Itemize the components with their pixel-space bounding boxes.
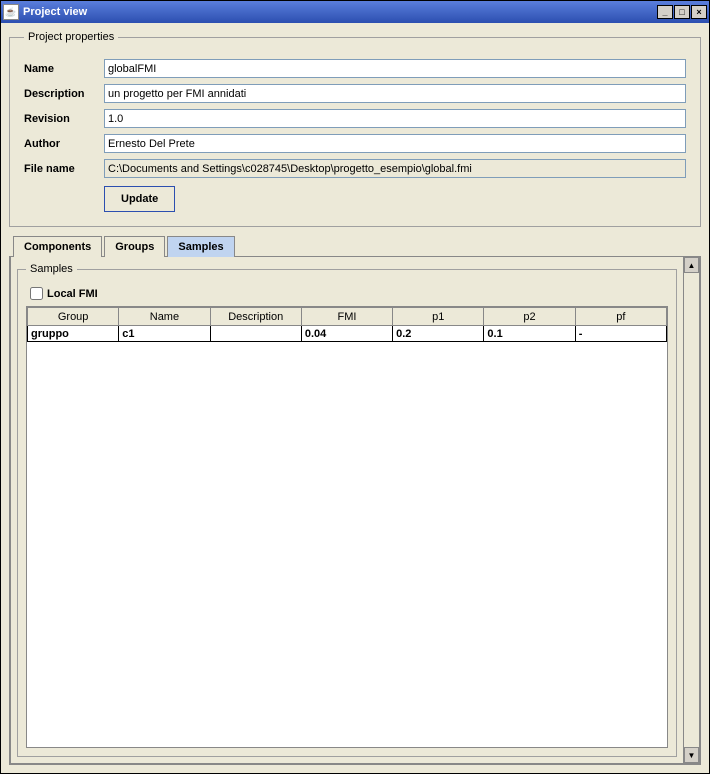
name-label: Name <box>24 63 104 75</box>
table-header-row: Group Name Description FMI p1 p2 pf <box>28 308 667 326</box>
col-description[interactable]: Description <box>210 308 301 326</box>
name-input[interactable] <box>104 59 686 78</box>
cell-p1[interactable]: 0.2 <box>393 326 484 342</box>
cell-description[interactable] <box>210 326 301 342</box>
tab-samples[interactable]: Samples <box>167 236 234 257</box>
samples-panel: Samples Local FMI Group Name <box>11 257 683 763</box>
table-empty-area <box>27 342 667 747</box>
window-title: Project view <box>23 6 87 18</box>
tab-components[interactable]: Components <box>13 236 102 257</box>
java-app-icon: ☕ <box>3 4 19 20</box>
content-area: Project properties Name Description Revi… <box>1 23 709 773</box>
minimize-button[interactable]: _ <box>657 5 673 19</box>
col-p2[interactable]: p2 <box>484 308 575 326</box>
scroll-track[interactable] <box>684 273 699 747</box>
filename-label: File name <box>24 163 104 175</box>
table-row[interactable]: gruppo c1 0.04 0.2 0.1 - <box>28 326 667 342</box>
revision-row: Revision <box>24 109 686 128</box>
cell-pf[interactable]: - <box>575 326 666 342</box>
author-input[interactable] <box>104 134 686 153</box>
tab-area: Components Groups Samples Samples Local … <box>9 235 701 765</box>
cell-p2[interactable]: 0.1 <box>484 326 575 342</box>
col-pf[interactable]: pf <box>575 308 666 326</box>
revision-label: Revision <box>24 113 104 125</box>
description-input[interactable] <box>104 84 686 103</box>
scroll-down-arrow-icon[interactable]: ▼ <box>684 747 699 763</box>
project-properties-legend: Project properties <box>24 31 118 43</box>
local-fmi-checkbox[interactable] <box>30 287 43 300</box>
vertical-scrollbar[interactable]: ▲ ▼ <box>683 257 699 763</box>
scroll-up-arrow-icon[interactable]: ▲ <box>684 257 699 273</box>
close-button[interactable]: × <box>691 5 707 19</box>
name-row: Name <box>24 59 686 78</box>
cell-name[interactable]: c1 <box>119 326 210 342</box>
local-fmi-label: Local FMI <box>47 288 98 300</box>
samples-group: Samples Local FMI Group Name <box>17 263 677 757</box>
tab-body: Samples Local FMI Group Name <box>9 256 701 765</box>
filename-input <box>104 159 686 178</box>
tab-groups[interactable]: Groups <box>104 236 165 257</box>
samples-legend: Samples <box>26 263 77 275</box>
project-properties-group: Project properties Name Description Revi… <box>9 31 701 227</box>
author-label: Author <box>24 138 104 150</box>
author-row: Author <box>24 134 686 153</box>
description-row: Description <box>24 84 686 103</box>
col-p1[interactable]: p1 <box>393 308 484 326</box>
tab-strip: Components Groups Samples <box>13 235 701 256</box>
samples-table: Group Name Description FMI p1 p2 pf <box>27 307 667 342</box>
col-group[interactable]: Group <box>28 308 119 326</box>
samples-table-container: Group Name Description FMI p1 p2 pf <box>26 306 668 748</box>
cell-group[interactable]: gruppo <box>28 326 119 342</box>
titlebar: ☕ Project view _ □ × <box>1 1 709 23</box>
update-button[interactable]: Update <box>104 186 175 212</box>
filename-row: File name <box>24 159 686 178</box>
revision-input[interactable] <box>104 109 686 128</box>
col-name[interactable]: Name <box>119 308 210 326</box>
description-label: Description <box>24 88 104 100</box>
col-fmi[interactable]: FMI <box>301 308 392 326</box>
cell-fmi[interactable]: 0.04 <box>301 326 392 342</box>
project-view-window: ☕ Project view _ □ × Project properties … <box>0 0 710 774</box>
maximize-button[interactable]: □ <box>674 5 690 19</box>
local-fmi-row: Local FMI <box>30 287 668 300</box>
